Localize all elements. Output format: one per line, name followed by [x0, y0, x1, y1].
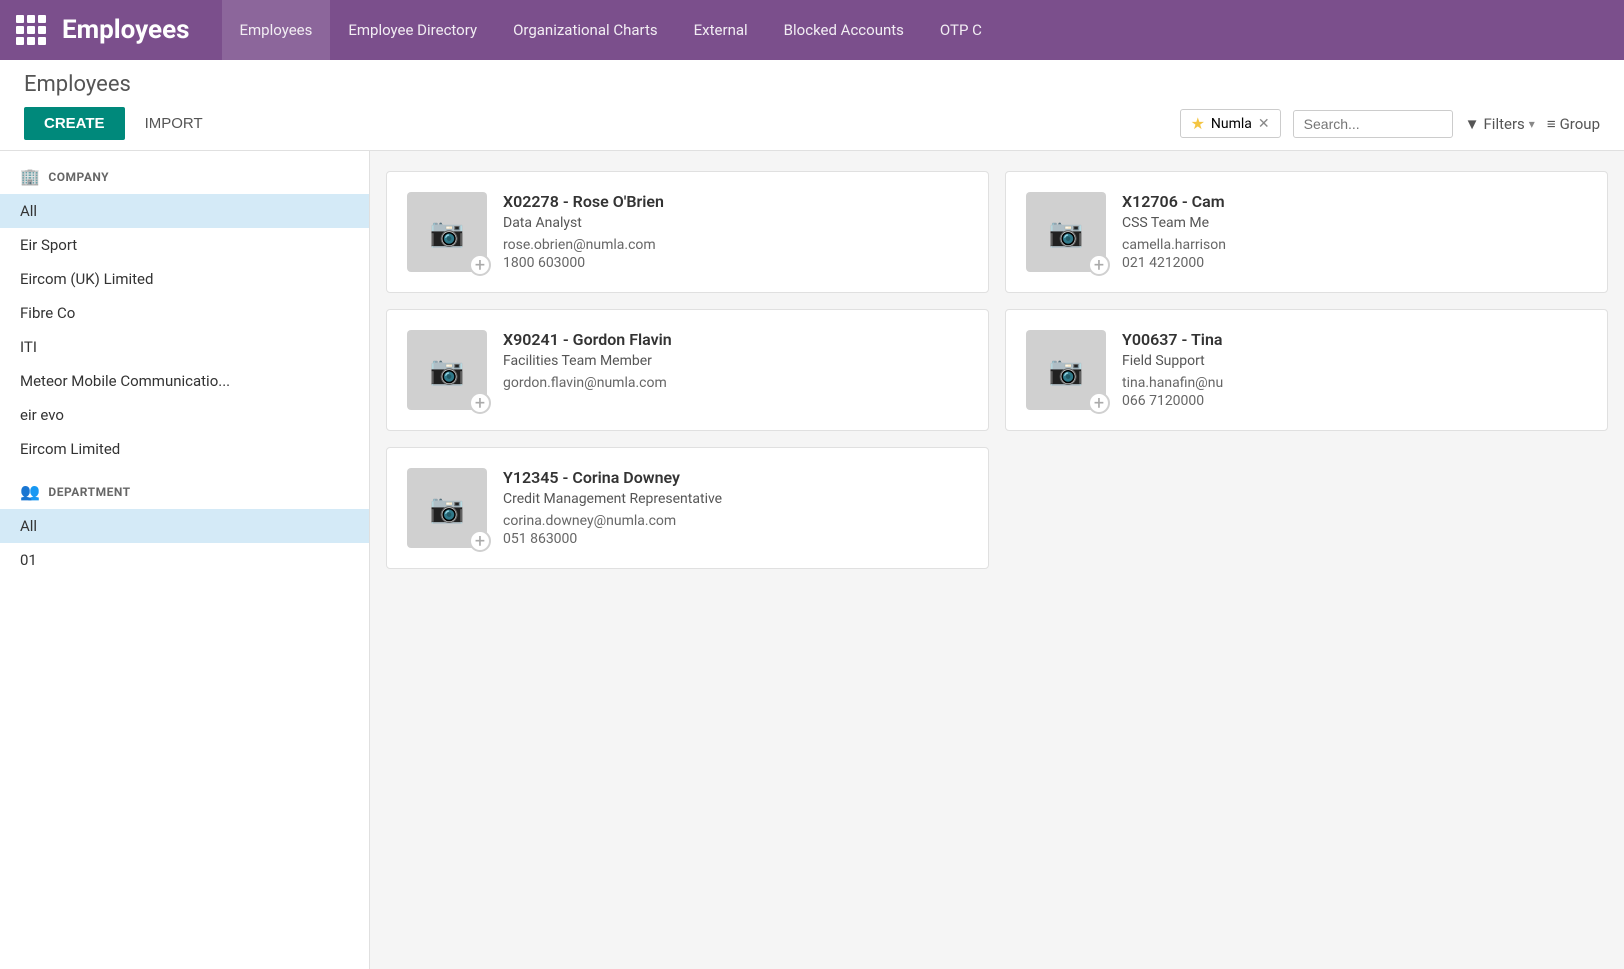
employee-card-x12706[interactable]: 📷 + X12706 - Cam CSS Team Me camella.har…: [1005, 171, 1608, 293]
close-icon[interactable]: ✕: [1258, 116, 1270, 132]
add-photo-icon: +: [469, 254, 491, 276]
camera-icon: 📷: [1049, 216, 1084, 249]
sub-header-actions: CREATE IMPORT ★ Numla ✕ ▼ Filters ▾ ≡ Gr…: [24, 107, 1600, 150]
nav-link-external[interactable]: External: [676, 0, 766, 60]
add-photo-icon: +: [469, 392, 491, 414]
avatar-y00637: 📷 +: [1026, 330, 1106, 410]
avatar-x12706: 📷 +: [1026, 192, 1106, 272]
filters-label: Filters: [1484, 115, 1525, 133]
card-info-x02278: X02278 - Rose O'Brien Data Analyst rose.…: [503, 192, 968, 271]
add-photo-icon: +: [1088, 254, 1110, 276]
employee-role: Data Analyst: [503, 215, 968, 231]
employee-phone: 066 7120000: [1122, 393, 1587, 409]
employee-card-y00637[interactable]: 📷 + Y00637 - Tina Field Support tina.han…: [1005, 309, 1608, 431]
employee-email: gordon.flavin@numla.com: [503, 375, 968, 391]
nav-link-blocked-accounts[interactable]: Blocked Accounts: [766, 0, 922, 60]
camera-icon: 📷: [1049, 354, 1084, 387]
add-photo-icon: +: [1088, 392, 1110, 414]
employee-name: X90241 - Gordon Flavin: [503, 330, 968, 349]
employee-card-x02278[interactable]: 📷 + X02278 - Rose O'Brien Data Analyst r…: [386, 171, 989, 293]
avatar-x02278: 📷 +: [407, 192, 487, 272]
card-info-y12345: Y12345 - Corina Downey Credit Management…: [503, 468, 968, 547]
employee-role: Field Support: [1122, 353, 1587, 369]
avatar-y12345: 📷 +: [407, 468, 487, 548]
company-icon: 🏢: [20, 167, 40, 186]
btn-row: CREATE IMPORT: [24, 107, 215, 150]
camera-icon: 📷: [430, 216, 465, 249]
employee-role: Credit Management Representative: [503, 491, 968, 507]
sidebar-item-iti[interactable]: ITI: [0, 330, 369, 364]
group-label: Group: [1560, 115, 1600, 133]
sidebar-item-fibre-co[interactable]: Fibre Co: [0, 296, 369, 330]
employee-email: camella.harrison: [1122, 237, 1587, 253]
employee-phone: 021 4212000: [1122, 255, 1587, 271]
filters-arrow-icon: ▾: [1529, 117, 1535, 131]
import-button[interactable]: IMPORT: [133, 107, 215, 140]
page-title: Employees: [24, 72, 1600, 97]
employee-name: X02278 - Rose O'Brien: [503, 192, 968, 211]
star-icon: ★: [1191, 114, 1205, 133]
employee-email: tina.hanafin@nu: [1122, 375, 1587, 391]
employee-card-y12345[interactable]: 📷 + Y12345 - Corina Downey Credit Manage…: [386, 447, 989, 569]
sidebar: 🏢 COMPANY All Eir Sport Eircom (UK) Limi…: [0, 151, 370, 969]
company-section-label: COMPANY: [48, 170, 109, 184]
nav-link-otp[interactable]: OTP C: [922, 0, 1000, 60]
sidebar-item-meteor[interactable]: Meteor Mobile Communicatio...: [0, 364, 369, 398]
sidebar-item-department-all[interactable]: All: [0, 509, 369, 543]
sub-header: Employees CREATE IMPORT ★ Numla ✕ ▼ Filt…: [0, 60, 1624, 151]
employee-role: Facilities Team Member: [503, 353, 968, 369]
create-button[interactable]: CREATE: [24, 107, 125, 140]
filter-icon: ▼: [1465, 115, 1480, 133]
employee-role: CSS Team Me: [1122, 215, 1587, 231]
company-section-header: 🏢 COMPANY: [0, 151, 369, 194]
main-layout: 🏢 COMPANY All Eir Sport Eircom (UK) Limi…: [0, 151, 1624, 969]
employee-name: Y12345 - Corina Downey: [503, 468, 968, 487]
favorite-label: Numla: [1211, 116, 1252, 132]
employee-phone: 1800 603000: [503, 255, 968, 271]
card-info-y00637: Y00637 - Tina Field Support tina.hanafin…: [1122, 330, 1587, 409]
right-controls: ★ Numla ✕ ▼ Filters ▾ ≡ Group: [1180, 109, 1600, 148]
department-section-header: 👥 DEPARTMENT: [0, 466, 369, 509]
card-info-x90241: X90241 - Gordon Flavin Facilities Team M…: [503, 330, 968, 393]
sidebar-item-eircom-limited[interactable]: Eircom Limited: [0, 432, 369, 466]
employee-name: Y00637 - Tina: [1122, 330, 1587, 349]
app-title: Employees: [62, 15, 190, 45]
employees-grid: 📷 + X02278 - Rose O'Brien Data Analyst r…: [386, 171, 1608, 569]
sidebar-item-eircom-uk[interactable]: Eircom (UK) Limited: [0, 262, 369, 296]
camera-icon: 📷: [430, 492, 465, 525]
camera-icon: 📷: [430, 354, 465, 387]
department-icon: 👥: [20, 482, 40, 501]
avatar-x90241: 📷 +: [407, 330, 487, 410]
employee-email: rose.obrien@numla.com: [503, 237, 968, 253]
sidebar-item-company-all[interactable]: All: [0, 194, 369, 228]
nav-link-employee-directory[interactable]: Employee Directory: [330, 0, 495, 60]
search-input[interactable]: [1293, 110, 1453, 138]
nav-link-org-charts[interactable]: Organizational Charts: [495, 0, 676, 60]
group-icon: ≡: [1547, 115, 1556, 133]
employee-phone: 051 863000: [503, 531, 968, 547]
nav-link-employees[interactable]: Employees: [222, 0, 331, 60]
add-photo-icon: +: [469, 530, 491, 552]
favorite-badge[interactable]: ★ Numla ✕: [1180, 109, 1281, 138]
content-area: 📷 + X02278 - Rose O'Brien Data Analyst r…: [370, 151, 1624, 969]
employee-email: corina.downey@numla.com: [503, 513, 968, 529]
sidebar-item-eir-sport[interactable]: Eir Sport: [0, 228, 369, 262]
employee-card-x90241[interactable]: 📷 + X90241 - Gordon Flavin Facilities Te…: [386, 309, 989, 431]
sidebar-item-dept-01[interactable]: 01: [0, 543, 369, 577]
sidebar-item-eir-evo[interactable]: eir evo: [0, 398, 369, 432]
grid-icon[interactable]: [16, 15, 46, 45]
nav-links: Employees Employee Directory Organizatio…: [222, 0, 1609, 60]
employee-name: X12706 - Cam: [1122, 192, 1587, 211]
card-info-x12706: X12706 - Cam CSS Team Me camella.harriso…: [1122, 192, 1587, 271]
department-section-label: DEPARTMENT: [48, 485, 130, 499]
filters-button[interactable]: ▼ Filters ▾: [1465, 115, 1535, 133]
group-button[interactable]: ≡ Group: [1547, 115, 1600, 133]
top-nav: Employees Employees Employee Directory O…: [0, 0, 1624, 60]
